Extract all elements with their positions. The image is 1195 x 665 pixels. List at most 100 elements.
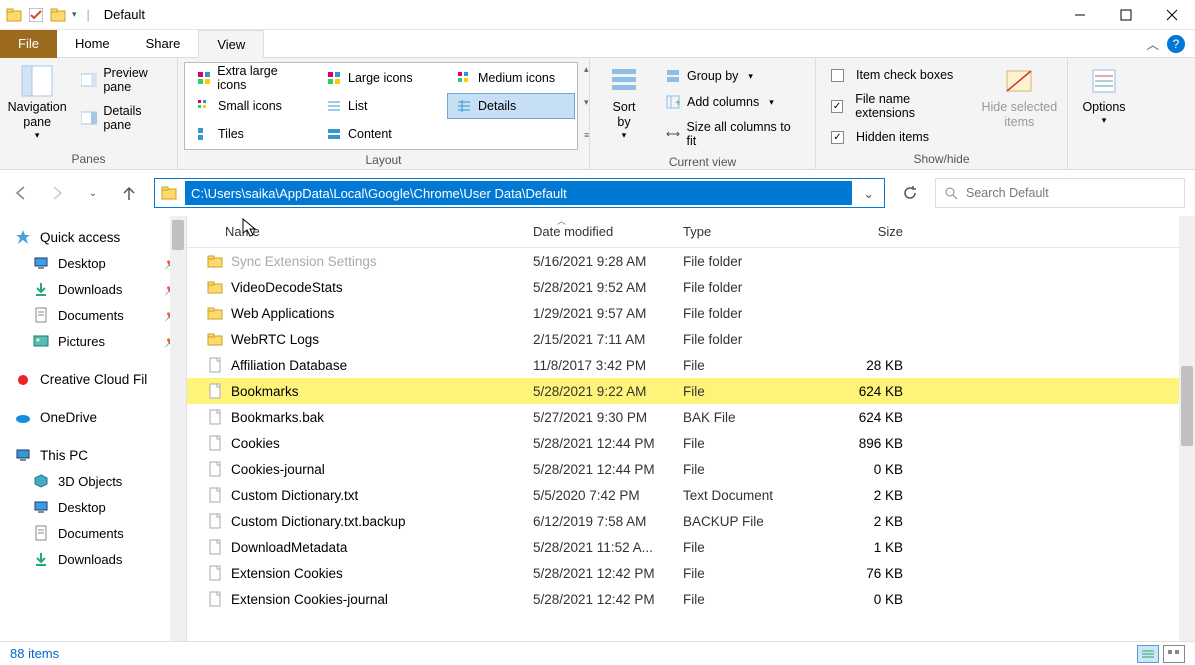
layout-medium-icons[interactable]: Medium icons	[447, 65, 575, 91]
layout-large-icons[interactable]: Large icons	[317, 65, 445, 91]
grid-icon	[326, 70, 342, 86]
sidebar-item[interactable]: Documents📌	[0, 302, 186, 328]
file-row[interactable]: Bookmarks.bak5/27/2021 9:30 PMBAK File62…	[187, 404, 1195, 430]
desktop-icon	[32, 498, 50, 516]
cube-icon	[32, 472, 50, 490]
folder-icon	[207, 331, 223, 347]
size-columns-button[interactable]: Size all columns to fit	[656, 116, 809, 152]
close-button[interactable]	[1149, 0, 1195, 30]
file-extensions-toggle[interactable]: File name extensions	[822, 88, 974, 124]
sidebar-item[interactable]: Desktop📌	[0, 250, 186, 276]
scroll-up-icon[interactable]: ▴	[584, 64, 589, 75]
file-row[interactable]: Cookies5/28/2021 12:44 PMFile896 KB	[187, 430, 1195, 456]
grid-icon	[196, 70, 211, 86]
tab-home[interactable]: Home	[57, 30, 128, 58]
download-icon	[32, 550, 50, 568]
collapse-ribbon-button[interactable]: ︿	[1138, 34, 1167, 53]
file-row[interactable]: Extension Cookies5/28/2021 12:42 PMFile7…	[187, 560, 1195, 586]
layout-extra-large-icons[interactable]: Extra large icons	[187, 65, 315, 91]
titlebar: ▾ | Default	[0, 0, 1195, 30]
sidebar-item[interactable]: Documents	[0, 520, 186, 546]
file-row[interactable]: VideoDecodeStats5/28/2021 9:52 AMFile fo…	[187, 274, 1195, 300]
forward-button[interactable]	[46, 182, 68, 204]
column-size[interactable]: Size	[821, 220, 911, 243]
expand-icon[interactable]: ≡	[584, 130, 589, 140]
file-icon	[207, 461, 223, 477]
sidebar-onedrive[interactable]: OneDrive	[0, 404, 186, 430]
column-date[interactable]: Date modified	[525, 220, 675, 243]
preview-pane-button[interactable]: Preview pane	[72, 62, 171, 98]
add-columns-button[interactable]: +Add columns▾	[656, 90, 809, 114]
sidebar-creative-cloud[interactable]: Creative Cloud Fil	[0, 366, 186, 392]
layout-small-icons[interactable]: Small icons	[187, 93, 315, 119]
hide-selected-button[interactable]: Hide selected items	[978, 62, 1061, 132]
sidebar-item[interactable]: Pictures📌	[0, 328, 186, 354]
sidebar-item[interactable]: Downloads📌	[0, 276, 186, 302]
tab-file[interactable]: File	[0, 30, 57, 58]
sidebar-scrollbar[interactable]	[170, 216, 186, 641]
chevron-down-icon: ▾	[748, 71, 753, 82]
tab-view[interactable]: View	[198, 30, 264, 58]
layout-list[interactable]: List	[317, 93, 445, 119]
maximize-button[interactable]	[1103, 0, 1149, 30]
minimize-button[interactable]	[1057, 0, 1103, 30]
file-row[interactable]: Cookies-journal5/28/2021 12:44 PMFile0 K…	[187, 456, 1195, 482]
star-icon	[14, 228, 32, 246]
layout-tiles[interactable]: Tiles	[187, 121, 315, 147]
chevron-down-icon: ▾	[1102, 115, 1107, 126]
address-path[interactable]: C:\Users\saika\AppData\Local\Google\Chro…	[185, 181, 852, 205]
up-button[interactable]	[118, 182, 140, 204]
sidebar-this-pc[interactable]: This PC	[0, 442, 186, 468]
column-type[interactable]: Type	[675, 220, 821, 243]
refresh-button[interactable]	[899, 182, 921, 204]
group-layout: Extra large icons Large icons Medium ico…	[178, 58, 590, 169]
group-layout-label: Layout	[184, 150, 583, 170]
sidebar-quick-access[interactable]: Quick access	[0, 224, 186, 250]
qat-dropdown-icon[interactable]: ▾	[72, 9, 77, 20]
details-pane-button[interactable]: Details pane	[72, 100, 171, 136]
group-by-button[interactable]: Group by▾	[656, 64, 809, 88]
layout-details[interactable]: Details	[447, 93, 575, 119]
file-row[interactable]: Custom Dictionary.txt5/5/2020 7:42 PMTex…	[187, 482, 1195, 508]
file-row[interactable]: Web Applications1/29/2021 9:57 AMFile fo…	[187, 300, 1195, 326]
search-input[interactable]: Search Default	[935, 178, 1185, 208]
address-dropdown-icon[interactable]: ⌄	[854, 186, 884, 201]
sort-by-button[interactable]: Sort by ▾	[596, 62, 652, 143]
item-checkboxes-toggle[interactable]: Item check boxes	[822, 64, 974, 86]
file-icon	[207, 383, 223, 399]
navigation-pane-button[interactable]: Navigation pane ▾	[6, 62, 68, 143]
file-row[interactable]: Affiliation Database11/8/2017 3:42 PMFil…	[187, 352, 1195, 378]
column-name[interactable]: Name	[187, 220, 525, 243]
help-button[interactable]: ?	[1167, 35, 1185, 53]
address-bar[interactable]: C:\Users\saika\AppData\Local\Google\Chro…	[154, 178, 885, 208]
scroll-down-icon[interactable]: ▾	[584, 97, 589, 108]
sort-indicator-icon: ︿	[557, 214, 566, 227]
back-button[interactable]	[10, 182, 32, 204]
file-row[interactable]: Extension Cookies-journal5/28/2021 12:42…	[187, 586, 1195, 612]
file-row[interactable]: Bookmarks5/28/2021 9:22 AMFile624 KB	[187, 378, 1195, 404]
sidebar-item[interactable]: Desktop	[0, 494, 186, 520]
layout-content[interactable]: Content	[317, 121, 445, 147]
document-icon	[32, 524, 50, 542]
listing-scrollbar[interactable]	[1179, 216, 1195, 641]
file-icon	[207, 409, 223, 425]
file-row[interactable]: WebRTC Logs2/15/2021 7:11 AMFile folder	[187, 326, 1195, 352]
view-icons-toggle[interactable]	[1163, 645, 1185, 663]
recent-dropdown[interactable]: ⌄	[82, 182, 104, 204]
hide-icon	[1002, 64, 1036, 98]
sidebar-item[interactable]: 3D Objects	[0, 468, 186, 494]
file-row[interactable]: Custom Dictionary.txt.backup6/12/2019 7:…	[187, 508, 1195, 534]
file-row[interactable]: Sync Extension Settings5/16/2021 9:28 AM…	[187, 248, 1195, 274]
options-icon	[1087, 64, 1121, 98]
folder-small-icon[interactable]	[50, 7, 66, 23]
file-icon	[207, 513, 223, 529]
tab-share[interactable]: Share	[128, 30, 199, 58]
file-row[interactable]: DownloadMetadata5/28/2021 11:52 A...File…	[187, 534, 1195, 560]
hidden-items-toggle[interactable]: Hidden items	[822, 126, 974, 148]
view-details-toggle[interactable]	[1137, 645, 1159, 663]
options-button[interactable]: Options ▾	[1076, 62, 1132, 128]
navigation-pane-label: Navigation pane	[8, 100, 67, 130]
add-columns-icon: +	[665, 94, 681, 110]
sidebar-item[interactable]: Downloads	[0, 546, 186, 572]
qat-save-icon[interactable]	[28, 7, 44, 23]
